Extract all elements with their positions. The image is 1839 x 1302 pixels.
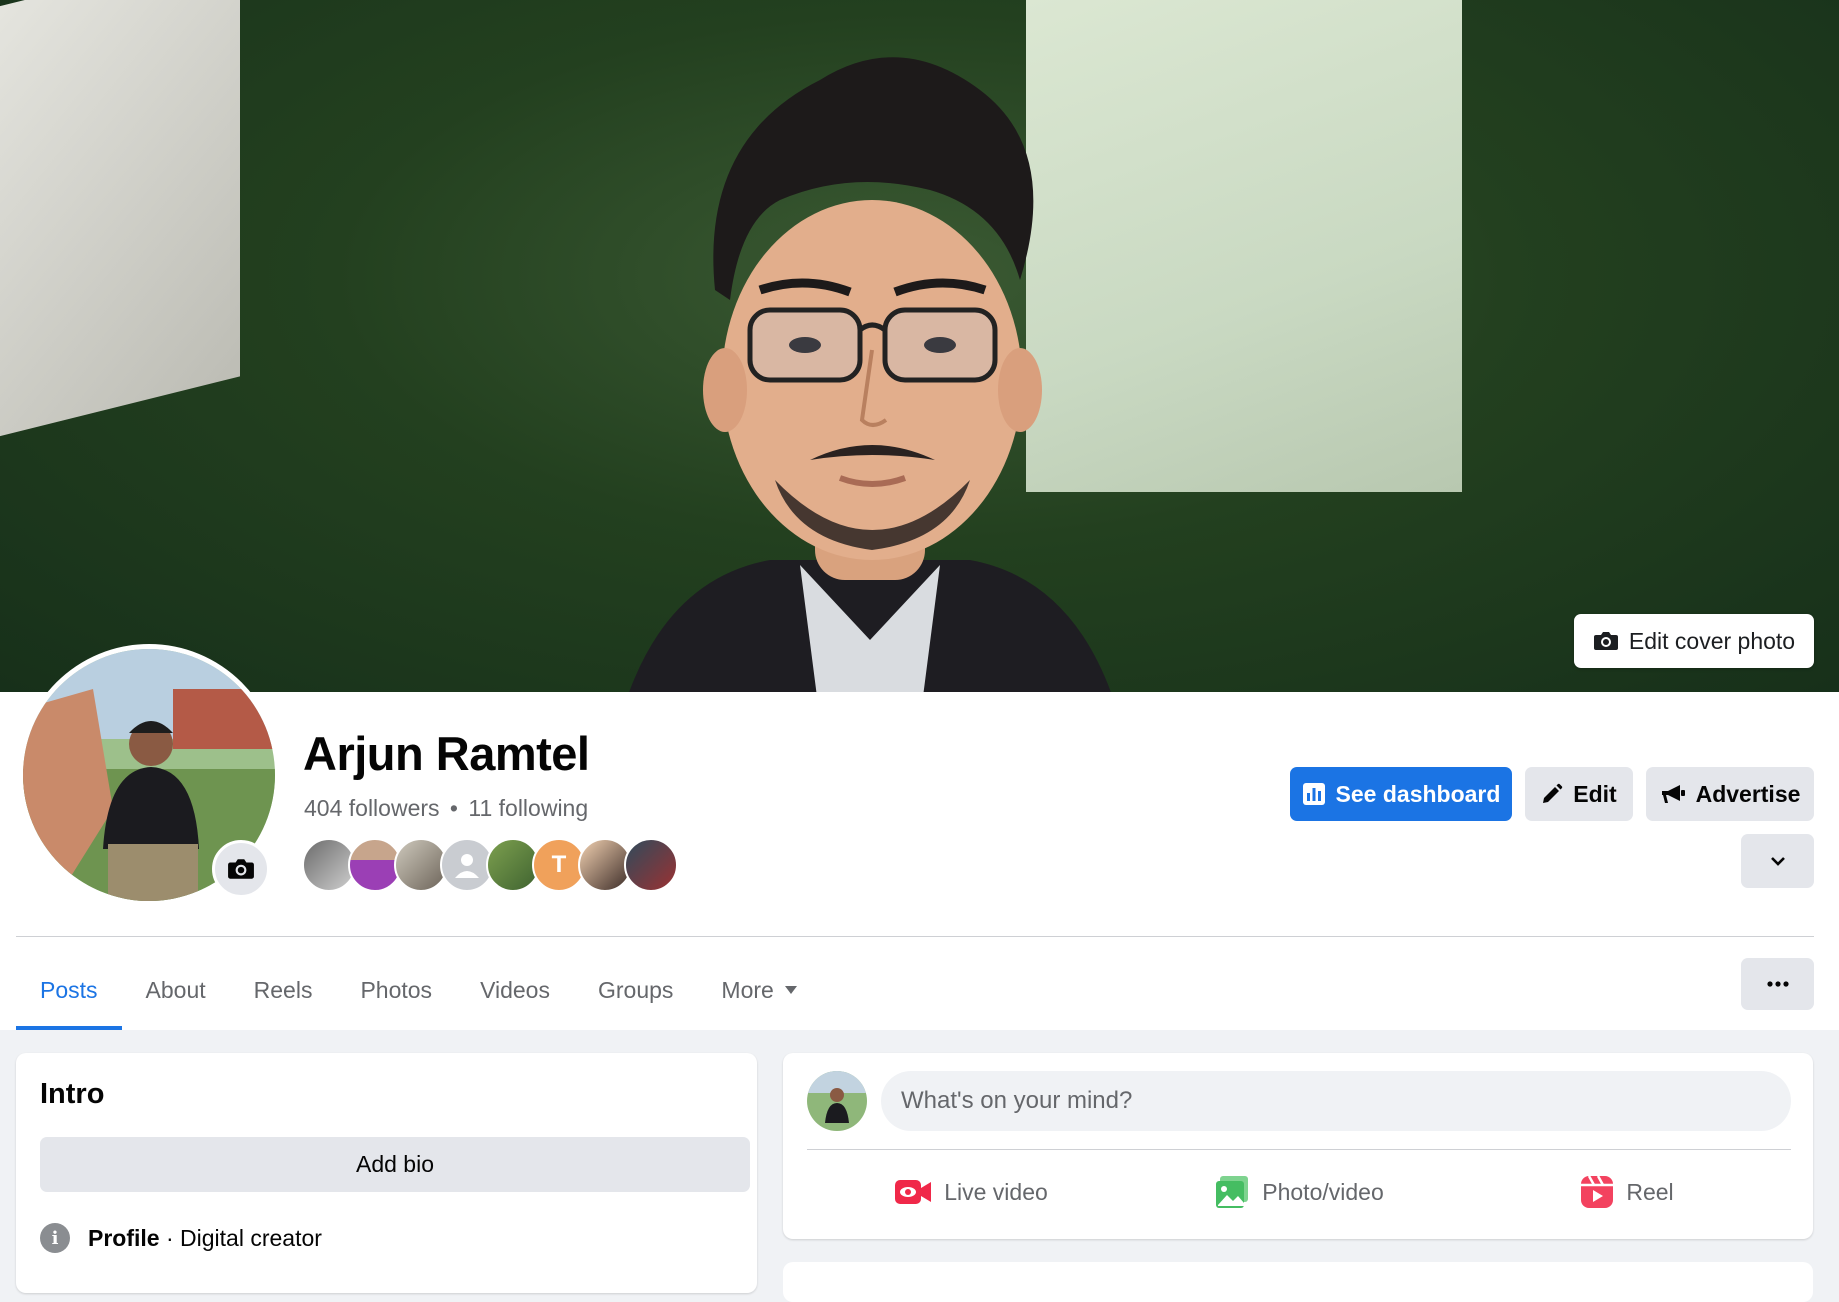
composer-avatar[interactable] xyxy=(807,1071,867,1131)
profile-tabs: Posts About Reels Photos Videos Groups M… xyxy=(16,950,822,1030)
live-video-label: Live video xyxy=(944,1178,1048,1205)
megaphone-icon xyxy=(1661,785,1685,803)
info-icon: i xyxy=(40,1223,70,1253)
camera-icon xyxy=(1593,632,1618,650)
profile-label: Profile xyxy=(88,1224,160,1251)
reel-button[interactable]: Reel xyxy=(1463,1161,1791,1223)
more-actions-dropdown[interactable] xyxy=(1741,834,1814,888)
edit-cover-photo-label: Edit cover photo xyxy=(1628,627,1796,654)
reel-icon xyxy=(1581,1175,1614,1208)
profile-category-text: Profile · Digital creator xyxy=(88,1225,322,1252)
intro-title: Intro xyxy=(40,1078,105,1110)
advertise-button[interactable]: Advertise xyxy=(1646,767,1814,821)
update-avatar-button[interactable] xyxy=(212,840,270,898)
composer-divider xyxy=(807,1149,1791,1150)
friends-avatars: T xyxy=(302,838,678,892)
friend-avatar[interactable] xyxy=(624,838,678,892)
follow-stats: 404 followers • 11 following xyxy=(304,795,588,822)
following-count[interactable]: 11 following xyxy=(468,795,588,821)
cover-photo[interactable]: Edit cover photo xyxy=(0,0,1839,692)
cover-background-panel-left xyxy=(0,0,240,444)
composer-placeholder: What's on your mind? xyxy=(901,1087,1133,1114)
tab-label: More xyxy=(721,976,774,1003)
caret-down-icon xyxy=(784,986,797,994)
avatar-image xyxy=(807,1071,867,1131)
tab-label: Videos xyxy=(480,976,550,1003)
photo-video-button[interactable]: Photo/video xyxy=(1135,1161,1463,1223)
tab-label: Reels xyxy=(253,976,313,1003)
add-bio-label: Add bio xyxy=(355,1151,434,1177)
tab-groups[interactable]: Groups xyxy=(574,950,697,1030)
photo-video-label: Photo/video xyxy=(1262,1178,1384,1205)
next-feed-card xyxy=(783,1262,1813,1302)
tab-more[interactable]: More xyxy=(697,950,821,1030)
default-user-icon xyxy=(455,854,479,878)
pencil-icon xyxy=(1543,783,1563,803)
chevron-down-icon xyxy=(1770,857,1785,866)
live-video-icon xyxy=(895,1180,932,1204)
tab-label: Posts xyxy=(40,976,98,1003)
dashboard-icon xyxy=(1302,783,1325,805)
photo-icon xyxy=(1216,1176,1249,1208)
camera-icon xyxy=(228,859,254,879)
cover-portrait xyxy=(629,57,1111,692)
profile-options-button[interactable] xyxy=(1741,958,1814,1010)
header-divider xyxy=(16,936,1814,937)
advertise-label: Advertise xyxy=(1695,780,1801,807)
intro-card: Intro Add bio i Profile · Digital creato… xyxy=(16,1053,757,1293)
see-dashboard-label: See dashboard xyxy=(1335,780,1501,807)
tab-posts[interactable]: Posts xyxy=(16,950,122,1030)
intro-profile-category: i Profile · Digital creator xyxy=(40,1223,322,1253)
tab-label: Photos xyxy=(360,976,433,1003)
edit-cover-photo-button[interactable]: Edit cover photo xyxy=(1574,614,1814,668)
followers-count[interactable]: 404 followers xyxy=(304,795,440,821)
whats-on-your-mind-input[interactable]: What's on your mind? xyxy=(881,1071,1791,1131)
tab-photos[interactable]: Photos xyxy=(336,950,456,1030)
live-video-button[interactable]: Live video xyxy=(807,1161,1135,1223)
add-bio-button[interactable]: Add bio xyxy=(40,1137,750,1192)
stats-separator: • xyxy=(449,795,458,821)
reel-label: Reel xyxy=(1626,1178,1674,1205)
tab-label: Groups xyxy=(597,976,674,1003)
post-composer: What's on your mind? Live video Photo/vi… xyxy=(783,1053,1813,1239)
tab-label: About xyxy=(145,976,206,1003)
profile-name: Arjun Ramtel xyxy=(303,727,590,780)
profile-category: · Digital creator xyxy=(159,1224,322,1251)
see-dashboard-button[interactable]: See dashboard xyxy=(1290,767,1512,821)
edit-profile-button[interactable]: Edit xyxy=(1525,767,1633,821)
tab-about[interactable]: About xyxy=(122,950,230,1030)
edit-profile-label: Edit xyxy=(1573,780,1617,807)
composer-actions: Live video Photo/video Reel xyxy=(807,1161,1791,1223)
tab-videos[interactable]: Videos xyxy=(456,950,574,1030)
more-horizontal-icon xyxy=(1766,981,1789,987)
tab-reels[interactable]: Reels xyxy=(230,950,337,1030)
